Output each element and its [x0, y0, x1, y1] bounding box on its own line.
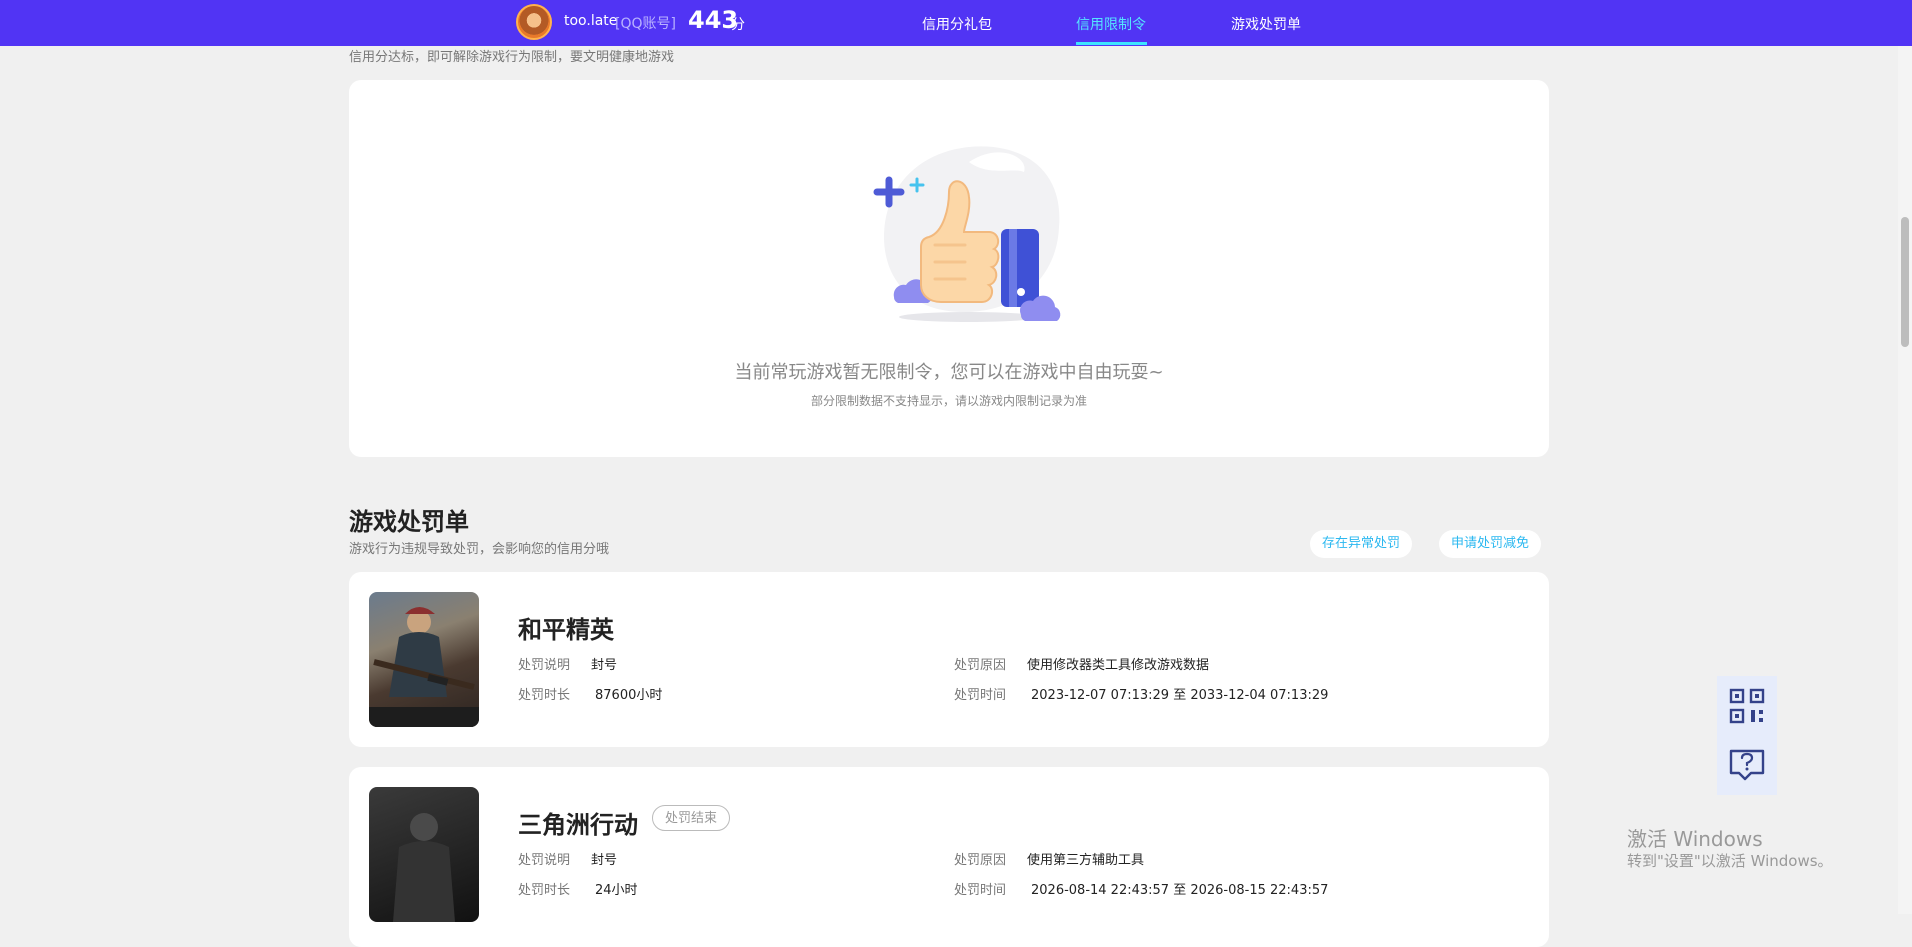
windows-activation-hint: 转到"设置"以激活 Windows。	[1627, 852, 1833, 870]
qrcode-button[interactable]	[1717, 676, 1777, 736]
punish-time-label: 处罚时间	[954, 688, 1007, 703]
punish-duration-label: 处罚时长	[518, 883, 571, 898]
game-name: 三角洲行动	[518, 811, 638, 839]
scrollbar-thumb[interactable]	[1901, 217, 1909, 347]
punishment-card: 三角洲行动 处罚结束 处罚说明 封号 处罚时长 24小时 处罚原因 使用第三方辅…	[349, 767, 1549, 947]
punishment-card: 和平精英 处罚说明 封号 处罚时长 87600小时 处罚原因 使用修改器类工具修…	[349, 572, 1549, 747]
empty-title: 当前常玩游戏暂无限制令，您可以在游戏中自由玩耍~	[734, 362, 1164, 383]
score-unit: 分	[731, 17, 745, 33]
punish-duration-label: 处罚时长	[518, 688, 571, 703]
punish-duration-value: 24小时	[595, 883, 638, 898]
punish-desc-label: 处罚说明	[518, 658, 571, 673]
punish-reason-label: 处罚原因	[954, 658, 1007, 673]
nav-punishment[interactable]: 游戏处罚单	[1231, 14, 1301, 34]
punish-reason-label: 处罚原因	[954, 853, 1007, 868]
avatar[interactable]	[516, 4, 552, 40]
punishment-section-title: 游戏处罚单	[349, 508, 469, 536]
game-cover-image	[369, 787, 479, 922]
qrcode-icon	[1729, 688, 1765, 724]
punish-desc-value: 封号	[591, 658, 618, 673]
restriction-empty-card: 当前常玩游戏暂无限制令，您可以在游戏中自由玩耍~ 部分限制数据不支持显示，请以游…	[349, 80, 1549, 457]
empty-subtitle: 部分限制数据不支持显示，请以游戏内限制记录为准	[810, 394, 1087, 408]
nav-credit-gift[interactable]: 信用分礼包	[922, 14, 992, 34]
windows-activation-watermark: 激活 Windows	[1627, 827, 1763, 851]
game-name: 和平精英	[518, 616, 614, 644]
scrollbar-track[interactable]	[1898, 0, 1912, 914]
abnormal-punishment-button[interactable]: 存在异常处罚	[1310, 530, 1413, 558]
thumbs-up-illustration	[873, 146, 1061, 322]
credit-description: 信用分达标，即可解除游戏行为限制，要文明健康地游戏	[349, 50, 675, 65]
account-type: [QQ账号]	[615, 16, 676, 32]
game-cover-image	[369, 592, 479, 727]
punish-time-value: 2023-12-07 07:13:29 至 2033-12-04 07:13:2…	[1031, 688, 1329, 703]
feedback-button[interactable]	[1717, 735, 1777, 795]
punish-desc-label: 处罚说明	[518, 853, 571, 868]
status-badge: 处罚结束	[652, 805, 731, 831]
punish-desc-value: 封号	[591, 853, 618, 868]
help-chat-icon	[1729, 749, 1765, 781]
punish-reason-value: 使用修改器类工具修改游戏数据	[1027, 658, 1210, 673]
punish-duration-value: 87600小时	[595, 688, 663, 703]
punish-time-value: 2026-08-14 22:43:57 至 2026-08-15 22:43:5…	[1031, 883, 1329, 898]
punish-reason-value: 使用第三方辅助工具	[1027, 853, 1145, 868]
username: too.late	[564, 13, 618, 29]
apply-reduction-button[interactable]: 申请处罚减免	[1439, 530, 1542, 558]
punishment-section-description: 游戏行为违规导致处罚，会影响您的信用分哦	[349, 542, 610, 557]
top-nav: too.late [QQ账号] 443 分 信用分礼包 信用限制令 游戏处罚单	[0, 0, 1912, 46]
nav-credit-restriction[interactable]: 信用限制令	[1076, 14, 1146, 34]
punish-time-label: 处罚时间	[954, 883, 1007, 898]
nav-active-indicator	[1076, 42, 1147, 45]
